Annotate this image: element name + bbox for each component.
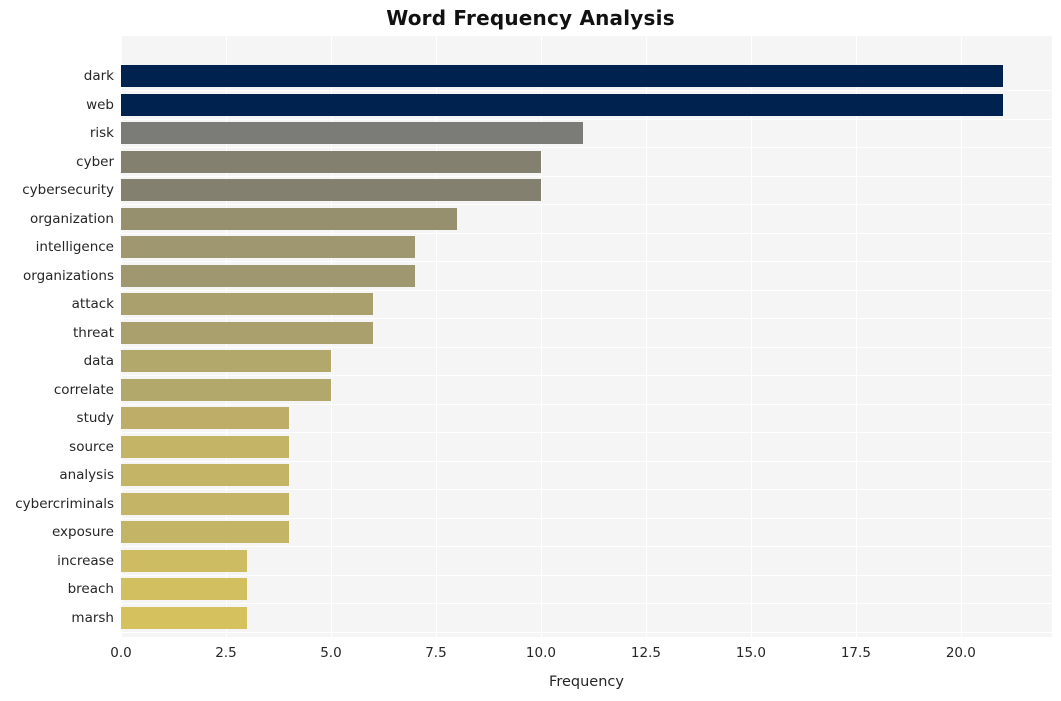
y-axis-tick-label: web <box>86 96 114 113</box>
y-axis-tick-label: correlate <box>53 381 114 398</box>
y-axis-tick-label: analysis <box>59 467 114 483</box>
y-axis-tick-label: breach <box>67 581 114 597</box>
bar <box>121 492 289 515</box>
y-axis-tick-label: data <box>83 353 114 369</box>
y-axis-tick-label: cybersecurity <box>22 182 114 198</box>
x-axis-tick-label: 12.5 <box>630 645 661 661</box>
x-axis-tick-label: 10.0 <box>525 645 556 661</box>
y-gridline <box>121 460 1052 462</box>
y-axis-tick-label: cybercriminals <box>15 495 114 512</box>
y-gridline <box>121 90 1052 92</box>
y-axis-tick-label: study <box>76 410 114 426</box>
y-axis-tick-label: exposure <box>51 524 114 540</box>
bar <box>121 179 541 201</box>
bar <box>121 407 289 429</box>
bar <box>121 207 457 230</box>
bar <box>121 378 331 401</box>
chart-title: Word Frequency Analysis <box>386 6 675 30</box>
y-axis-tick-label: increase <box>57 552 114 569</box>
bar <box>121 236 415 258</box>
x-axis-tick-label: 20.0 <box>945 645 976 661</box>
y-gridline <box>121 574 1052 576</box>
y-axis-tick-label: source <box>69 438 114 455</box>
y-gridline <box>121 346 1052 348</box>
bar <box>121 435 289 458</box>
bar <box>121 521 289 543</box>
x-axis-tick-label: 0.0 <box>110 645 132 661</box>
y-gridline <box>121 204 1052 206</box>
bar <box>121 122 583 144</box>
y-axis-tick-label: dark <box>83 68 114 84</box>
y-gridline <box>121 546 1052 548</box>
y-axis-tick-label: cyber <box>76 153 114 170</box>
bar <box>121 65 1003 87</box>
x-axis-tick-labels: 0.0 2.5 5.0 7.5 10.0 12.5 15.0 17.5 20.0 <box>0 645 1061 665</box>
bar <box>121 606 247 629</box>
y-gridline <box>121 147 1052 149</box>
bar <box>121 549 247 572</box>
y-axis-tick-label: attack <box>71 296 114 312</box>
x-axis-tick-label: 7.5 <box>425 645 447 661</box>
y-axis-tick-label: organization <box>30 210 114 227</box>
chart-figure: Word Frequency Analysis dark web risk cyber… <box>0 0 1061 701</box>
y-gridline <box>121 517 1052 519</box>
y-gridline <box>121 289 1052 291</box>
y-gridline <box>121 175 1052 177</box>
y-axis-tick-labels: dark web risk cyber cybersecurity organizatio… <box>0 36 114 637</box>
bar <box>121 350 331 372</box>
y-gridline <box>121 232 1052 234</box>
y-gridline <box>121 489 1052 491</box>
bar <box>121 464 289 486</box>
bar <box>121 578 247 600</box>
x-axis-tick-label: 5.0 <box>320 645 342 661</box>
y-axis-tick-label: marsh <box>71 609 114 626</box>
x-axis-tick-label: 17.5 <box>840 645 871 661</box>
y-axis-tick-label: risk <box>89 125 114 141</box>
y-gridline <box>121 375 1052 377</box>
bar <box>121 321 373 344</box>
y-gridline <box>121 403 1052 405</box>
bar <box>121 150 541 173</box>
y-axis-tick-label: threat <box>73 324 114 341</box>
y-gridline <box>121 432 1052 434</box>
y-gridline <box>121 261 1052 263</box>
bar <box>121 93 1003 116</box>
y-axis-tick-label: organizations <box>23 267 114 284</box>
bar <box>121 293 373 315</box>
y-gridline <box>121 318 1052 320</box>
bar <box>121 264 415 287</box>
y-gridline <box>121 603 1052 605</box>
x-axis-tick-label: 15.0 <box>735 645 766 661</box>
x-axis-tick-label: 2.5 <box>215 645 237 661</box>
y-gridline <box>121 631 1052 633</box>
x-axis-title: Frequency <box>549 674 624 690</box>
y-gridline <box>121 118 1052 120</box>
y-axis-tick-label: intelligence <box>35 239 114 255</box>
plot-area <box>121 36 1052 637</box>
